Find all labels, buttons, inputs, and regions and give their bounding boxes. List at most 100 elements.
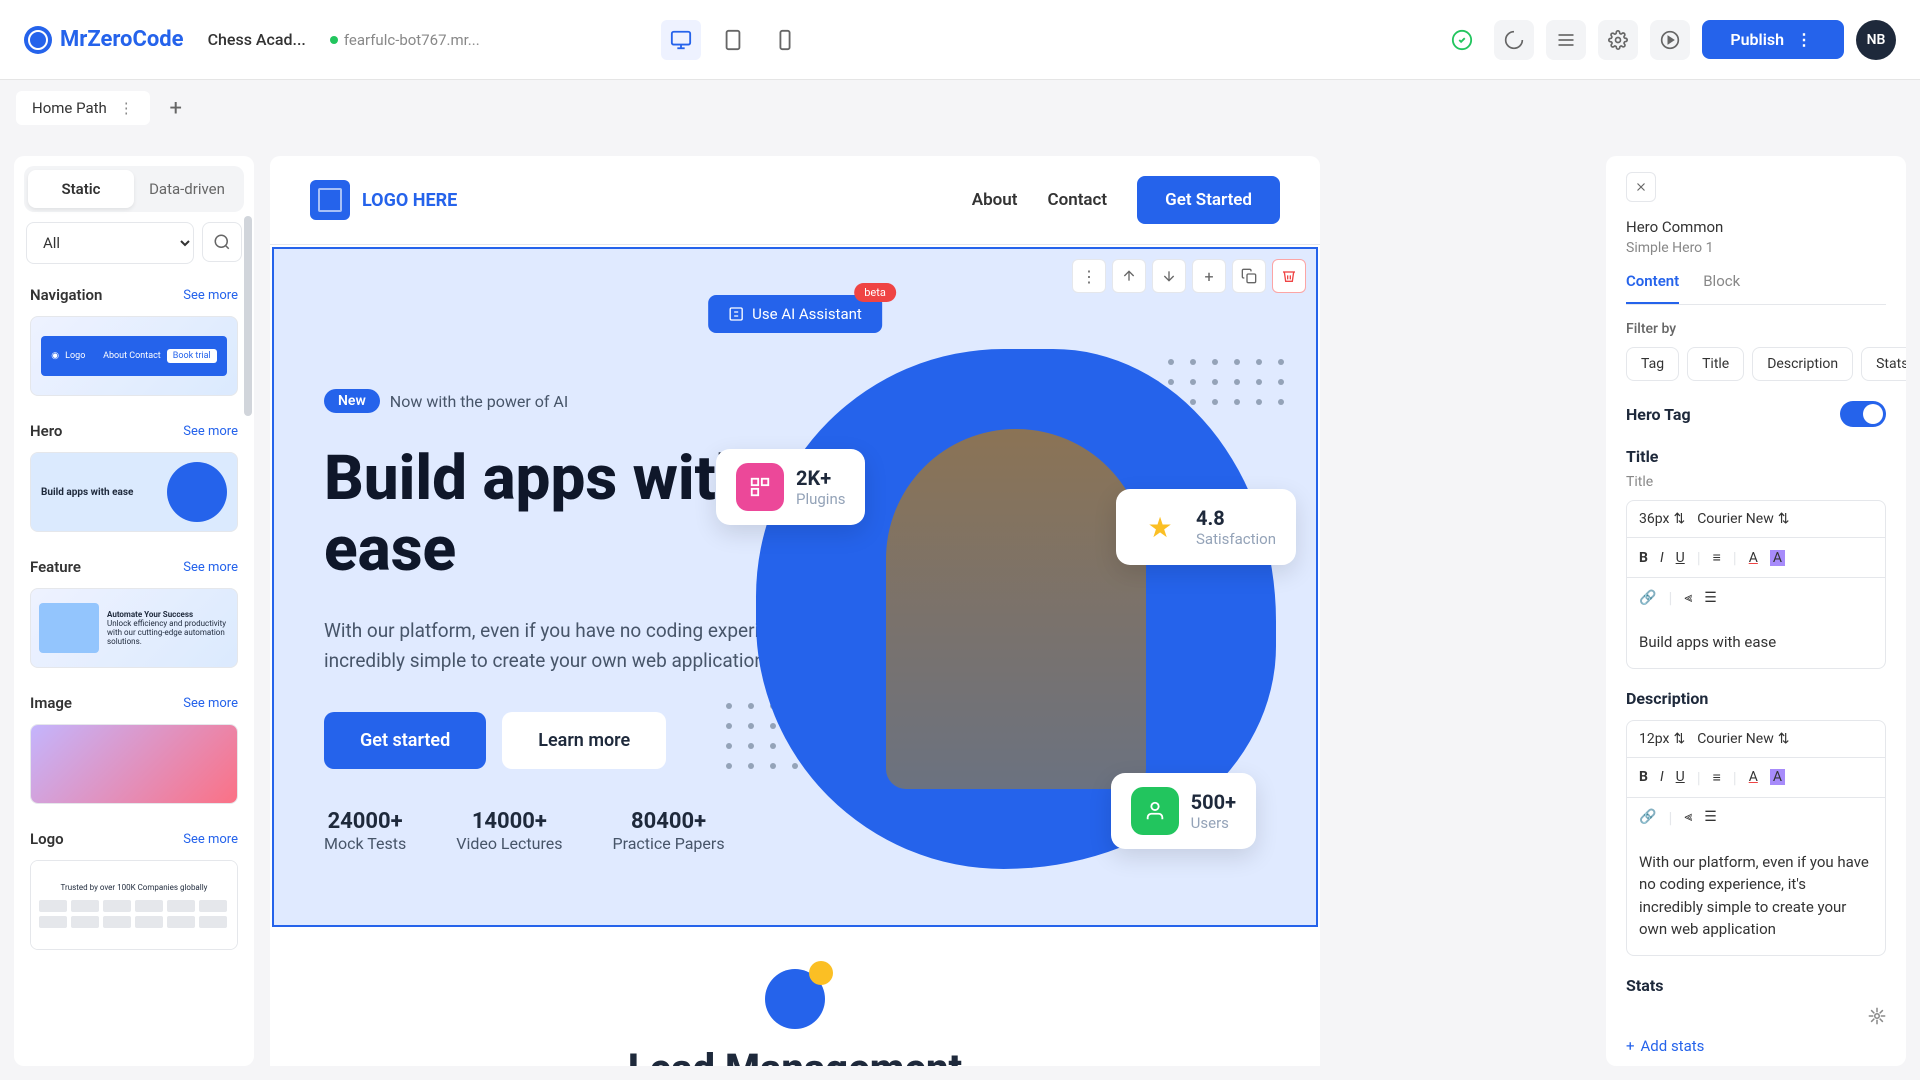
italic-button[interactable]: I: [1660, 769, 1664, 785]
see-more-link[interactable]: See more: [183, 424, 238, 439]
component-card-logo[interactable]: Trusted by over 100K Companies globally: [30, 860, 238, 950]
bold-button[interactable]: B: [1639, 550, 1648, 566]
desc-editor-toolbar-3: 🔗 | ⫷ ☰: [1627, 798, 1885, 837]
ai-assistant-button[interactable]: Use AI Assistant beta: [708, 295, 882, 333]
new-tag: New Now with the power of AI: [324, 389, 568, 413]
description-editor: 12px ⇅ Courier New ⇅ B I U | ≡ | A A 🔗 |…: [1626, 720, 1886, 956]
canvas-lead-management-section[interactable]: Lead Management: [270, 929, 1320, 1066]
italic-button[interactable]: I: [1660, 550, 1664, 566]
title-editor-toolbar-2: B I U | ≡ | A A: [1627, 538, 1885, 578]
preview-button[interactable]: [1650, 20, 1690, 60]
font-family-select[interactable]: Courier New ⇅: [1697, 731, 1789, 747]
hero-tag-toggle[interactable]: [1840, 401, 1886, 427]
see-more-link[interactable]: See more: [183, 288, 238, 303]
section-title: Feature: [30, 558, 81, 576]
block-move-down-button[interactable]: [1152, 259, 1186, 293]
path-tab-more-icon[interactable]: ⋮: [119, 99, 134, 117]
desc-editor-content[interactable]: With our platform, even if you have no c…: [1627, 837, 1885, 955]
stat-label: Practice Papers: [612, 834, 724, 853]
block-delete-button[interactable]: [1272, 259, 1306, 293]
font-size-select[interactable]: 12px ⇅: [1639, 731, 1685, 747]
section-title: Navigation: [30, 286, 102, 304]
highlight-button[interactable]: A: [1770, 550, 1785, 566]
block-add-button[interactable]: +: [1192, 259, 1226, 293]
unordered-list-button[interactable]: ☰: [1704, 590, 1717, 606]
logo-section: MrZeroCode Chess Acad... fearfulc-bot767…: [24, 26, 661, 54]
nav-preview: ◉Logo About Contact Book trial: [41, 336, 226, 376]
title-editor-content[interactable]: Build apps with ease: [1627, 617, 1885, 668]
device-desktop-button[interactable]: [661, 20, 701, 60]
see-more-link[interactable]: See more: [183, 696, 238, 711]
add-tab-button[interactable]: +: [158, 90, 194, 126]
plugins-label: Plugins: [796, 490, 845, 508]
block-move-up-button[interactable]: [1112, 259, 1146, 293]
highlight-button[interactable]: A: [1770, 769, 1785, 785]
bold-button[interactable]: B: [1639, 769, 1648, 785]
section-header-navigation: Navigation See more: [14, 276, 254, 312]
publish-button[interactable]: Publish ⋮: [1702, 20, 1844, 59]
align-button[interactable]: ≡: [1713, 769, 1721, 786]
float-card-plugins: 2K+ Plugins: [716, 449, 865, 525]
filter-pill-tag[interactable]: Tag: [1626, 347, 1679, 381]
underline-button[interactable]: U: [1676, 550, 1685, 566]
unordered-list-button[interactable]: ☰: [1704, 809, 1717, 825]
title-editor: 36px ⇅ Courier New ⇅ B I U | ≡ | A A 🔗 |…: [1626, 500, 1886, 669]
see-more-link[interactable]: See more: [183, 560, 238, 575]
ai-assistant-wrap: Use AI Assistant beta: [708, 295, 882, 333]
link-button[interactable]: 🔗: [1639, 809, 1656, 825]
stat-label: Mock Tests: [324, 834, 406, 853]
filter-pill-stats[interactable]: Stats: [1861, 347, 1906, 381]
publish-dropdown-icon: ⋮: [1792, 30, 1816, 49]
component-card-navigation[interactable]: ◉Logo About Contact Book trial: [30, 316, 238, 396]
component-card-image[interactable]: [30, 724, 238, 804]
sync-button[interactable]: [1494, 20, 1534, 60]
panel-tab-content[interactable]: Content: [1626, 272, 1679, 304]
canvas-nav-section[interactable]: LOGO HERE About Contact Get Started: [270, 156, 1320, 245]
filter-pills: Tag Title Description Stats: [1626, 347, 1886, 381]
stats-settings-button[interactable]: [1868, 1007, 1886, 1025]
sidebar-filter-row: All: [14, 222, 254, 276]
text-color-button[interactable]: A: [1749, 550, 1758, 566]
path-tab-label: Home Path: [32, 99, 107, 117]
ordered-list-button[interactable]: ⫷: [1684, 590, 1692, 606]
close-panel-button[interactable]: [1626, 172, 1656, 202]
add-stats-button[interactable]: + Add stats: [1626, 1037, 1886, 1055]
brand[interactable]: MrZeroCode: [24, 26, 184, 54]
block-duplicate-button[interactable]: [1232, 259, 1266, 293]
image-preview: [31, 725, 237, 803]
list-button[interactable]: [1546, 20, 1586, 60]
sidebar-scrollbar[interactable]: [244, 216, 252, 416]
device-mobile-button[interactable]: [765, 20, 805, 60]
component-card-hero[interactable]: Build apps with ease: [30, 452, 238, 532]
user-avatar[interactable]: NB: [1856, 20, 1896, 60]
status-check-icon[interactable]: [1442, 20, 1482, 60]
project-name[interactable]: Chess Acad...: [208, 30, 306, 49]
project-url[interactable]: fearfulc-bot767.mr...: [330, 31, 480, 49]
device-tablet-button[interactable]: [713, 20, 753, 60]
sidebar-search-button[interactable]: [202, 222, 242, 262]
see-more-link[interactable]: See more: [183, 832, 238, 847]
feature-preview-image-icon: [39, 603, 99, 653]
plus-icon: +: [1626, 1037, 1635, 1055]
block-more-button[interactable]: ⋮: [1072, 259, 1106, 293]
sidebar-tab-data-driven[interactable]: Data-driven: [134, 170, 240, 208]
sidebar-filter-select[interactable]: All: [26, 222, 194, 264]
canvas-wrap[interactable]: LOGO HERE About Contact Get Started ⋮ +: [270, 156, 1320, 1066]
align-button[interactable]: ≡: [1713, 549, 1721, 566]
link-button[interactable]: 🔗: [1639, 590, 1656, 606]
text-color-button[interactable]: A: [1749, 769, 1758, 785]
filter-pill-title[interactable]: Title: [1687, 347, 1744, 381]
font-family-select[interactable]: Courier New ⇅: [1697, 511, 1789, 527]
canvas-hero-section[interactable]: ⋮ + Use AI Assistant: [272, 247, 1318, 927]
underline-button[interactable]: U: [1676, 769, 1685, 785]
ordered-list-button[interactable]: ⫷: [1684, 809, 1692, 825]
component-card-feature[interactable]: Automate Your Success Unlock efficiency …: [30, 588, 238, 668]
panel-tab-block[interactable]: Block: [1703, 272, 1740, 304]
font-size-select[interactable]: 36px ⇅: [1639, 511, 1685, 527]
hero-preview: Build apps with ease: [31, 453, 237, 531]
panel-breadcrumb: Hero Common: [1626, 218, 1886, 236]
settings-button[interactable]: [1598, 20, 1638, 60]
path-tab-home[interactable]: Home Path ⋮: [16, 91, 150, 125]
filter-pill-description[interactable]: Description: [1752, 347, 1853, 381]
sidebar-tab-static[interactable]: Static: [28, 170, 134, 208]
